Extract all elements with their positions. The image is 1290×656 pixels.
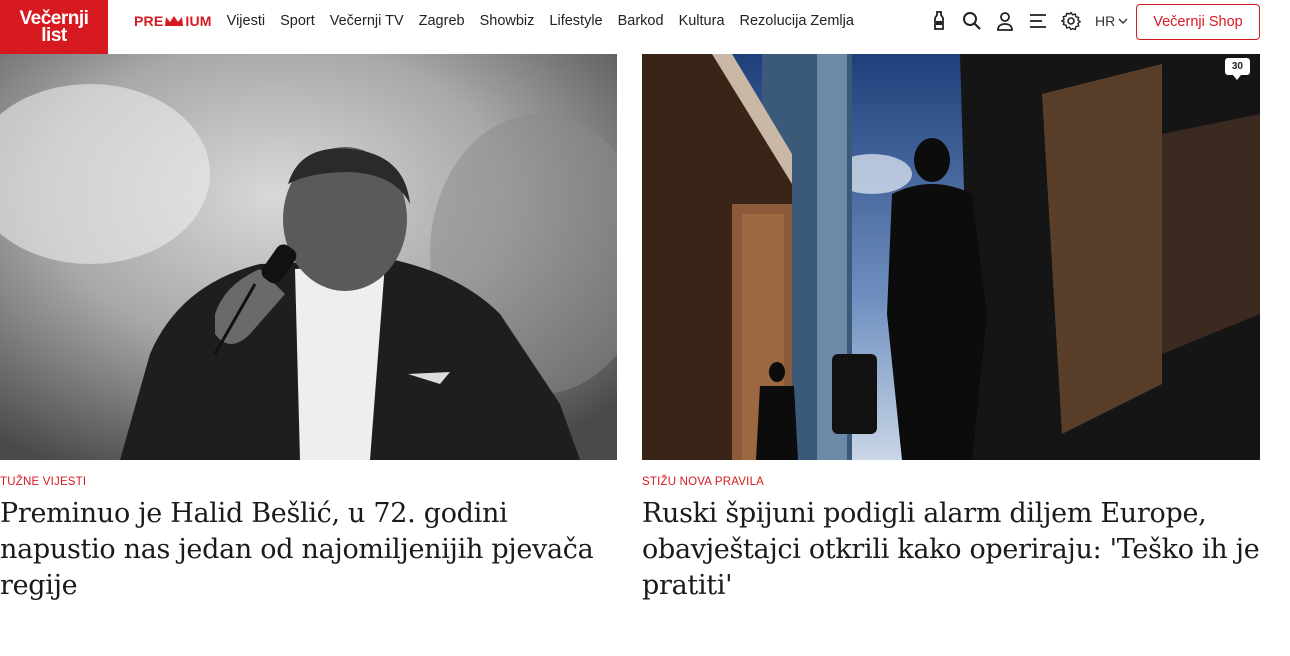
premium-suffix: IUM [185,13,212,29]
article-card: 30 STIŽU NOVA PRAVILA Ruski špijuni podi… [642,54,1260,604]
nav-item-sport[interactable]: Sport [280,13,315,29]
crown-icon [165,16,184,26]
premium-prefix: PRE [134,13,164,29]
logo-line-2: list [41,25,67,46]
main-nav: PRE IUM Vijesti Sport Večernji TV Zagreb… [134,0,854,42]
language-label: HR [1095,13,1116,29]
language-selector[interactable]: HR [1095,13,1128,29]
site-header: Večernji list PRE IUM Vijesti Sport Veče… [0,0,1290,54]
header-tools: HR [928,0,1128,42]
user-icon[interactable] [994,10,1016,32]
menu-icon[interactable] [1027,10,1049,32]
article-photo[interactable] [0,54,617,460]
article-kicker[interactable]: STIŽU NOVA PRAVILA [642,476,1260,488]
article-card: TUŽNE VIJESTI Preminuo je Halid Bešlić, … [0,54,617,604]
settings-icon[interactable] [1060,10,1082,32]
nav-item-vecernji-tv[interactable]: Večernji TV [330,13,404,29]
nav-item-barkod[interactable]: Barkod [618,13,664,29]
nav-premium[interactable]: PRE IUM [134,13,212,29]
nav-item-showbiz[interactable]: Showbiz [480,13,535,29]
search-icon[interactable] [961,10,983,32]
bottle-icon[interactable] [928,10,950,32]
nav-item-vijesti[interactable]: Vijesti [227,13,265,29]
nav-item-kultura[interactable]: Kultura [679,13,725,29]
chevron-down-icon [1118,18,1128,24]
site-logo[interactable]: Večernji list [0,0,108,54]
shop-button[interactable]: Večernji Shop [1136,4,1260,40]
article-photo[interactable]: 30 [642,54,1260,460]
nav-item-rezolucija-zemlja[interactable]: Rezolucija Zemlja [740,13,854,29]
comment-count-badge[interactable]: 30 [1224,58,1250,80]
nav-item-lifestyle[interactable]: Lifestyle [549,13,602,29]
article-kicker[interactable]: TUŽNE VIJESTI [0,476,617,488]
article-headline[interactable]: Ruski špijuni podigli alarm diljem Europ… [642,496,1260,604]
nav-item-zagreb[interactable]: Zagreb [419,13,465,29]
article-headline[interactable]: Preminuo je Halid Bešlić, u 72. godini n… [0,496,617,604]
